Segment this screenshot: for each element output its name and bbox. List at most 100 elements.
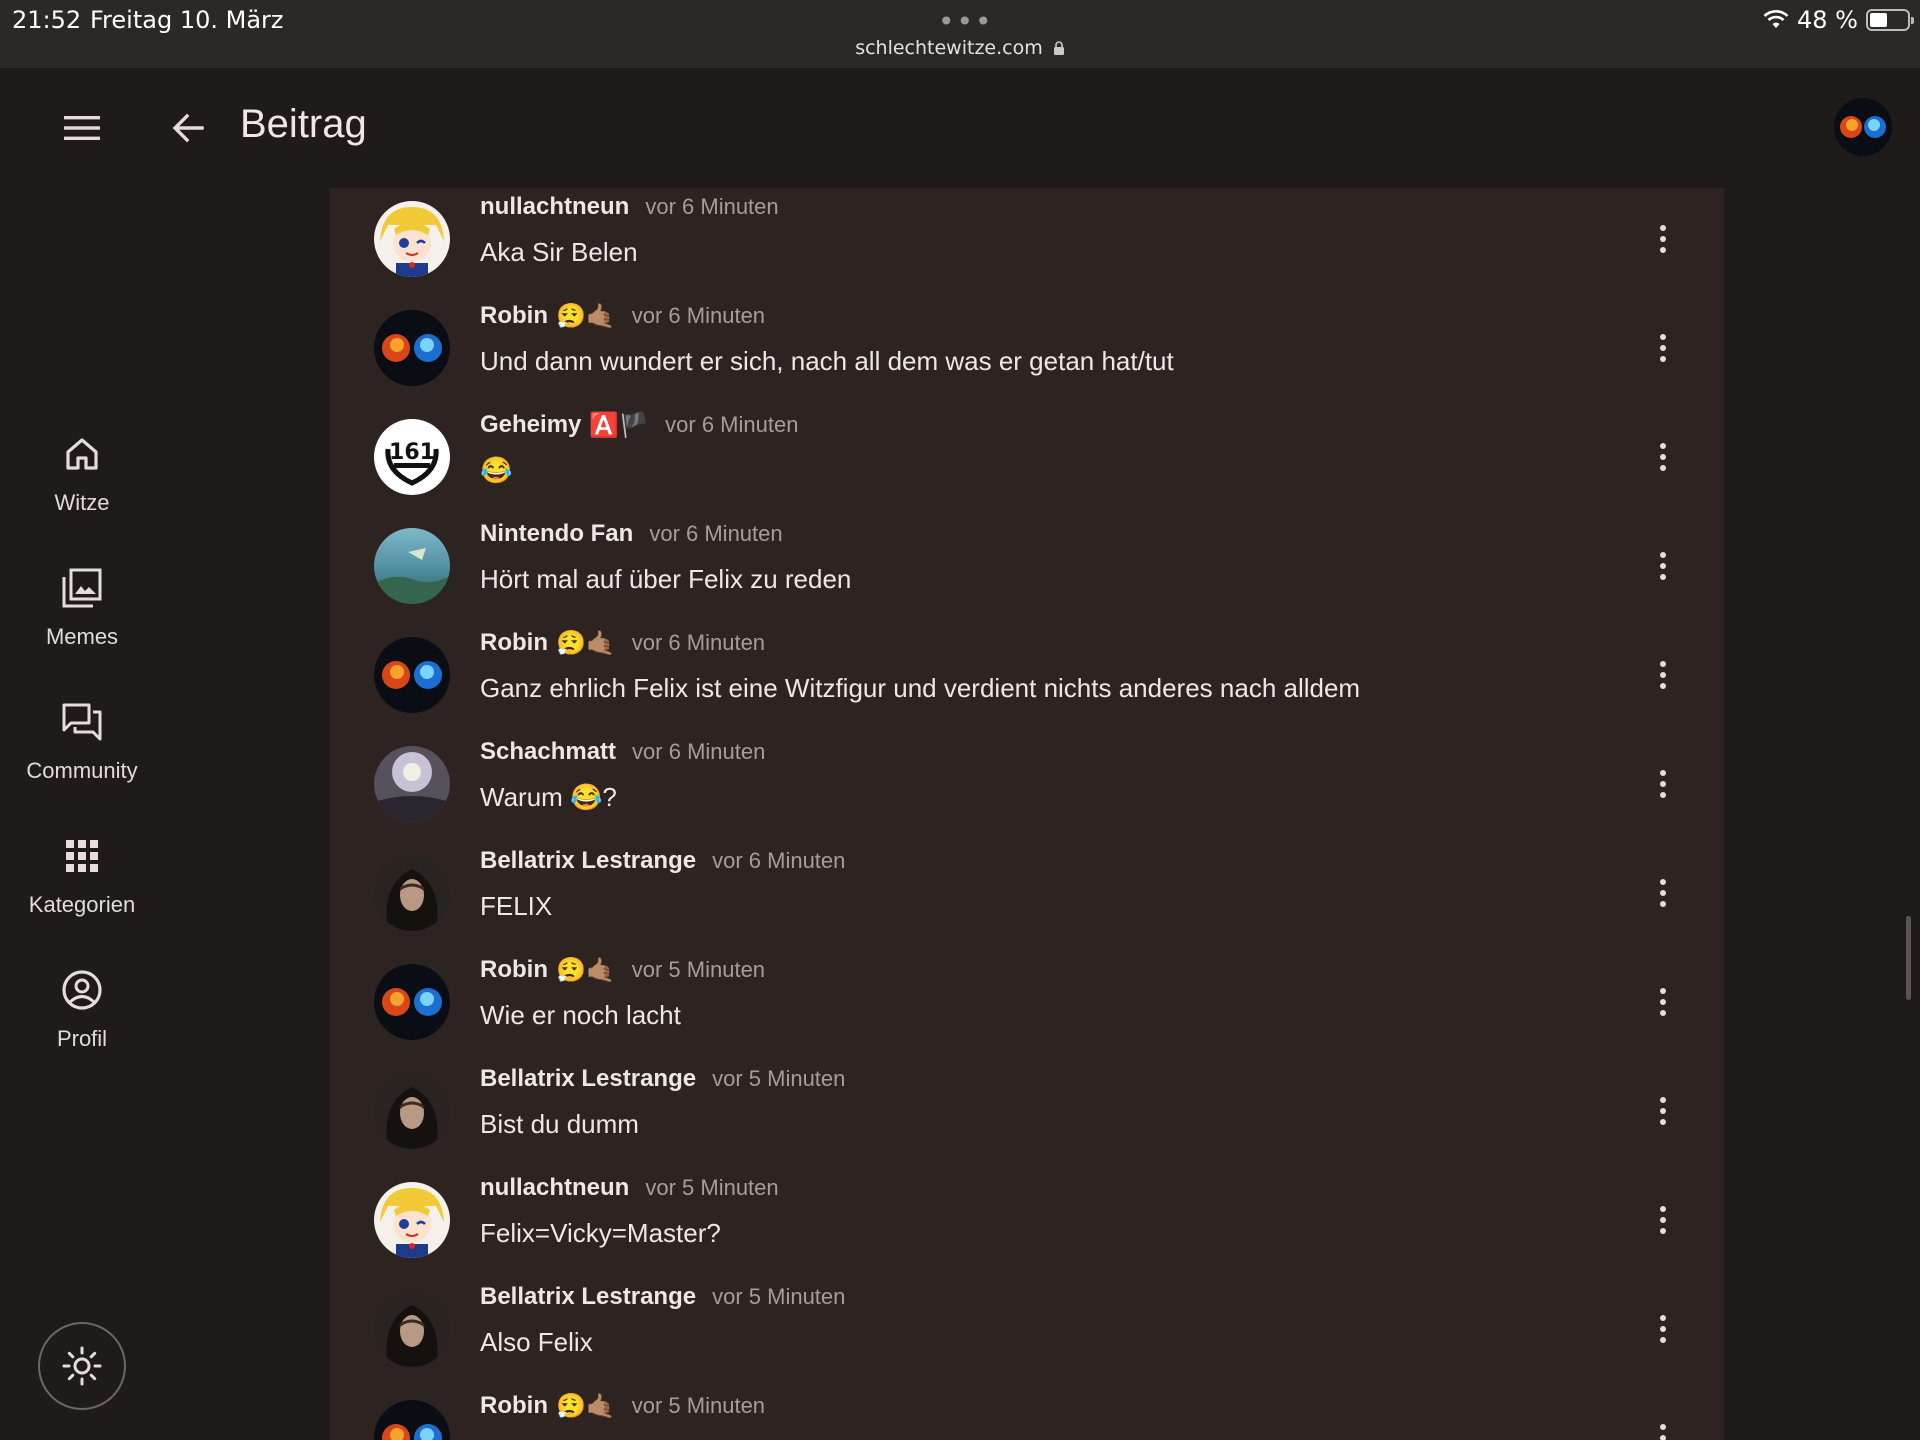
more-vert-icon[interactable] — [1648, 1200, 1678, 1240]
author-badges: 😮‍💨🤙🏽 — [555, 302, 616, 330]
comment-item: Robin 😮‍💨🤙🏽 vor 6 Minuten Ganz ehrlich Feli… — [330, 629, 1724, 746]
comment-item: Robin 😮‍💨🤙🏽 vor 5 Minuten Wie er noch lacht — [330, 956, 1724, 1073]
nav-item-kategorien[interactable]: Kategorien — [0, 834, 164, 918]
comment-author[interactable]: Robin — [480, 956, 548, 984]
theme-toggle-button[interactable] — [38, 1322, 126, 1410]
comment-header: Robin 😮‍💨🤙🏽 vor 6 Minuten — [480, 629, 765, 657]
comment-header: Bellatrix Lestrange vor 5 Minuten — [480, 1065, 845, 1093]
more-vert-icon[interactable] — [1648, 219, 1678, 259]
comment-text: Und dann wundert er sich, nach all dem w… — [480, 346, 1174, 376]
forum-icon — [0, 700, 164, 744]
more-vert-icon[interactable] — [1648, 1418, 1678, 1440]
comment-text: Felix=Vicky=Master? — [480, 1218, 721, 1248]
comment-timestamp: vor 6 Minuten — [632, 739, 766, 764]
comment-author[interactable]: nullachtneun — [480, 1174, 629, 1202]
wifi-icon — [1763, 10, 1789, 28]
comment-avatar[interactable]: 161 — [374, 419, 450, 495]
battery-icon — [1866, 9, 1914, 31]
comment-avatar[interactable] — [374, 201, 450, 277]
scrollbar[interactable] — [1906, 916, 1911, 1000]
comment-author[interactable]: nullachtneun — [480, 193, 629, 221]
nav-label: Kategorien — [28, 892, 136, 917]
comment-author[interactable]: Geheimy — [480, 411, 581, 439]
comment-timestamp: vor 6 Minuten — [645, 194, 779, 219]
nav-item-profil[interactable]: Profil — [0, 968, 164, 1052]
comment-author[interactable]: Bellatrix Lestrange — [480, 1065, 696, 1093]
comment-timestamp: vor 5 Minuten — [645, 1175, 779, 1200]
comment-avatar[interactable] — [374, 1182, 450, 1258]
more-vert-icon[interactable] — [1648, 546, 1678, 586]
comment-avatar[interactable] — [374, 637, 450, 713]
address-bar[interactable]: schlechtewitze.com — [0, 37, 1920, 59]
comment-item: nullachtneun vor 6 Minuten Aka Sir Belen — [330, 193, 1724, 310]
nav-item-community[interactable]: Community — [0, 700, 164, 784]
apps-grid-icon — [0, 834, 164, 878]
more-dots-icon[interactable]: ••• — [938, 8, 994, 36]
comment-avatar[interactable] — [374, 964, 450, 1040]
comment-avatar[interactable] — [374, 1400, 450, 1440]
comment-timestamp: vor 6 Minuten — [712, 848, 846, 873]
comment-avatar[interactable] — [374, 746, 450, 822]
author-badges: 😮‍💨🤙🏽 — [555, 629, 616, 657]
comment-author[interactable]: Bellatrix Lestrange — [480, 847, 696, 875]
author-badges: 😮‍💨🤙🏽 — [555, 956, 616, 984]
more-vert-icon[interactable] — [1648, 437, 1678, 477]
comment-text: Hört mal auf über Felix zu reden — [480, 564, 852, 594]
menu-icon[interactable] — [58, 104, 106, 152]
comment-text: Wie er noch lacht — [480, 1000, 681, 1030]
more-vert-icon[interactable] — [1648, 873, 1678, 913]
comment-author[interactable]: Robin — [480, 629, 548, 657]
comment-author[interactable]: Bellatrix Lestrange — [480, 1283, 696, 1311]
comment-item: Bellatrix Lestrange vor 6 Minuten FELIX — [330, 847, 1724, 964]
more-vert-icon[interactable] — [1648, 764, 1678, 804]
user-avatar[interactable] — [1834, 98, 1892, 156]
nav-item-witze[interactable]: Witze — [0, 432, 164, 516]
comment-avatar[interactable] — [374, 855, 450, 931]
comment-header: Bellatrix Lestrange vor 6 Minuten — [480, 847, 845, 875]
comment-header: Robin 😮‍💨🤙🏽 vor 6 Minuten — [480, 302, 765, 330]
comment-text: Bist du dumm — [480, 1109, 639, 1139]
status-right: 48 % — [1763, 6, 1914, 34]
account-circle-icon — [0, 968, 164, 1012]
comment-avatar[interactable] — [374, 310, 450, 386]
comment-timestamp: vor 6 Minuten — [649, 521, 783, 546]
more-vert-icon[interactable] — [1648, 1309, 1678, 1349]
comment-timestamp: vor 5 Minuten — [712, 1284, 846, 1309]
comment-item: Nintendo Fan vor 6 Minuten Hört mal auf üb… — [330, 520, 1724, 637]
comment-header: Schachmatt vor 6 Minuten — [480, 738, 765, 766]
comment-author[interactable]: Robin — [480, 1392, 548, 1420]
author-badges: 😮‍💨🤙🏽 — [555, 1392, 616, 1420]
comment-item: 161 Geheimy 🅰️🏴 vor 6 Minuten 😂 — [330, 411, 1724, 528]
navigation-rail: Witze Memes Community Kategorien Profil — [0, 188, 164, 1440]
comment-timestamp: vor 5 Minuten — [631, 957, 766, 982]
comment-avatar[interactable] — [374, 1073, 450, 1149]
comment-header: Robin 😮‍💨🤙🏽 vor 5 Minuten — [480, 956, 765, 984]
more-vert-icon[interactable] — [1648, 655, 1678, 695]
comment-timestamp: vor 5 Minuten — [712, 1066, 846, 1091]
more-vert-icon[interactable] — [1648, 982, 1678, 1022]
image-gallery-icon — [0, 566, 164, 610]
status-time: 21:52 — [12, 6, 82, 34]
comments-panel: nullachtneun vor 6 Minuten Aka Sir Belen Ro… — [330, 188, 1724, 1440]
comment-item: Robin 😮‍💨🤙🏽 vor 6 Minuten Und dann wundert … — [330, 302, 1724, 419]
comment-author[interactable]: Schachmatt — [480, 738, 616, 766]
comment-author[interactable]: Nintendo Fan — [480, 520, 633, 548]
nav-label: Witze — [54, 490, 110, 515]
comment-header: Robin 😮‍💨🤙🏽 vor 5 Minuten — [480, 1392, 765, 1420]
comment-timestamp: vor 6 Minuten — [631, 630, 766, 655]
more-vert-icon[interactable] — [1648, 1091, 1678, 1131]
comment-text: FELIX — [480, 891, 553, 921]
more-vert-icon[interactable] — [1648, 328, 1678, 368]
arrow-back-icon[interactable] — [164, 104, 212, 152]
sun-icon — [62, 1346, 102, 1386]
nav-item-memes[interactable]: Memes — [0, 566, 164, 650]
svg-text:161: 161 — [389, 440, 435, 465]
status-bar: 21:52 Freitag 10. März ••• schlechtewitz… — [0, 0, 1920, 68]
comment-author[interactable]: Robin — [480, 302, 548, 330]
nav-label: Community — [26, 758, 138, 783]
comment-header: Bellatrix Lestrange vor 5 Minuten — [480, 1283, 845, 1311]
comment-text: Ganz ehrlich Felix ist eine Witzfigur un… — [480, 673, 1361, 703]
comment-avatar[interactable] — [374, 528, 450, 604]
comment-avatar[interactable] — [374, 1291, 450, 1367]
battery-percent: 48 % — [1797, 6, 1858, 34]
